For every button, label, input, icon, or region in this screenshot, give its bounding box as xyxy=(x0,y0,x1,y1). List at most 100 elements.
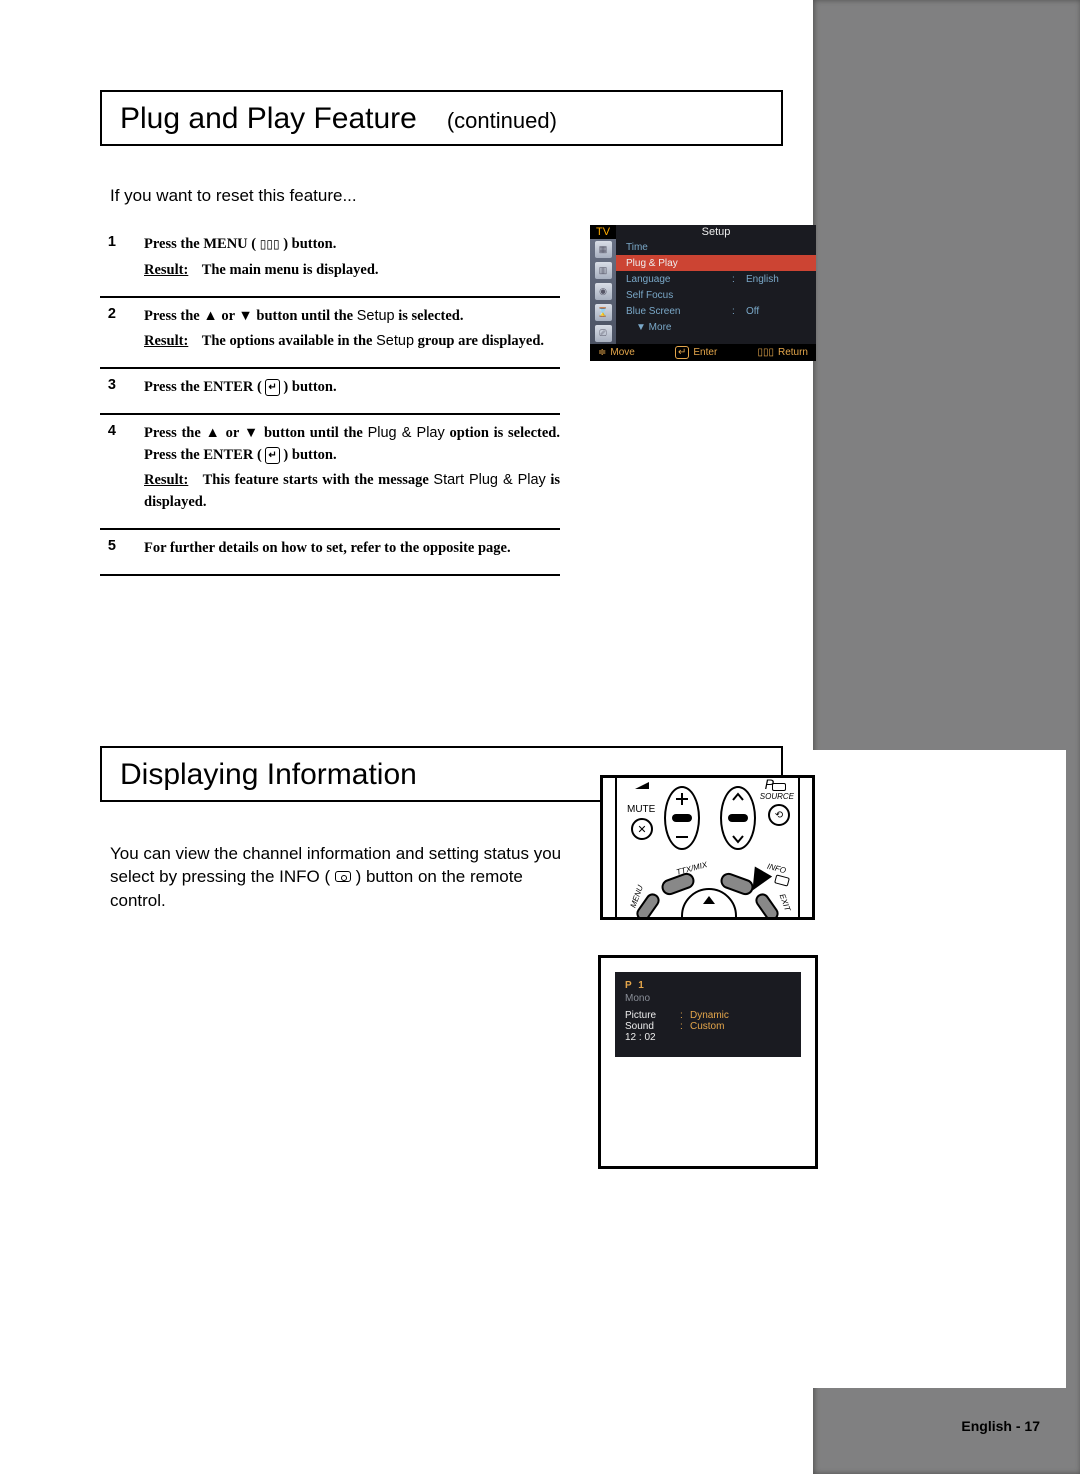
step-body: Press the ▲ or ▼ button until the Plug &… xyxy=(144,423,560,518)
c: : xyxy=(680,1021,690,1032)
osd-foot-return: ▯▯▯ Return xyxy=(757,346,808,359)
osd-c: : xyxy=(732,306,738,317)
k: Sound xyxy=(625,1021,680,1032)
t: button until the xyxy=(253,308,357,324)
result-label: Result: xyxy=(144,333,188,349)
t: ( xyxy=(320,867,335,886)
osd-foot-move: ≑ Move xyxy=(598,346,635,359)
info-osd-inner: P 1 Mono Picture : Dynamic Sound : Custo… xyxy=(615,972,801,1057)
step-body: For further details on how to set, refer… xyxy=(144,538,560,564)
osd-side-icons: ▦ ▥ ◉ ⌛ ⎚ xyxy=(590,239,616,344)
osd-k: Plug & Play xyxy=(626,258,806,269)
t: This feature starts with the message xyxy=(203,472,434,488)
t: Press the xyxy=(144,379,203,395)
osd-item: Language : English xyxy=(616,271,816,287)
osd-v: Off xyxy=(746,306,806,317)
setup-osd: TV Setup ▦ ▥ ◉ ⌛ ⎚ Time Plug & Play Lang… xyxy=(590,225,816,361)
volume-rocker xyxy=(664,786,700,850)
osd-v: English xyxy=(746,274,806,285)
step-body: Press the ▲ or ▼ button until the Setup … xyxy=(144,306,560,358)
osd-icon: ⌛ xyxy=(595,304,612,321)
result-label: Result: xyxy=(144,262,188,278)
info-icon xyxy=(335,871,351,882)
osd-k: Language xyxy=(626,274,724,285)
t: button until the xyxy=(259,425,367,441)
v: Custom xyxy=(690,1021,724,1032)
osd-item-more: ▼ More xyxy=(616,319,816,335)
section1-intro: If you want to reset this feature... xyxy=(110,186,783,206)
section1-header: Plug and Play Feature (continued) xyxy=(100,90,783,146)
down-icon: ▼ xyxy=(244,425,259,441)
osd-tv-label: TV xyxy=(590,225,616,239)
source-button: ⟲ xyxy=(768,804,790,826)
t: Setup xyxy=(376,333,414,349)
plus-icon xyxy=(675,792,689,806)
t: For further details on how to set, refer… xyxy=(144,538,560,560)
enter-icon: ↵ xyxy=(265,447,279,464)
t: Plug & Play xyxy=(368,425,445,441)
osd-foot-enter: ↵ Enter xyxy=(675,346,717,359)
info-osd-channel: P 1 xyxy=(625,980,791,991)
t: ) button. xyxy=(280,379,337,395)
osd-icon: ▥ xyxy=(595,262,612,279)
k: Picture xyxy=(625,1010,680,1021)
t: or xyxy=(221,425,244,441)
step-body: Press the ENTER ( ↵ ) button. xyxy=(144,377,560,403)
minus-icon xyxy=(675,830,689,844)
osd-icon: ▦ xyxy=(595,241,612,258)
dpad-up-icon xyxy=(703,896,715,904)
step-row: 5 For further details on how to set, ref… xyxy=(100,530,560,576)
t: Move xyxy=(610,347,634,358)
chevron-up-icon xyxy=(731,792,745,802)
info-osd-mono: Mono xyxy=(625,993,791,1004)
section2-intro: You can view the channel information and… xyxy=(110,842,580,913)
osd-title: Setup xyxy=(616,225,816,239)
info-osd-row: Picture : Dynamic xyxy=(625,1010,791,1021)
t: The options available in the xyxy=(202,333,376,349)
t: ) button. xyxy=(280,236,337,252)
osd-icon: ⎚ xyxy=(595,325,612,342)
t: Press the xyxy=(144,308,203,324)
c: : xyxy=(680,1010,690,1021)
osd-item: Self Focus xyxy=(616,287,816,303)
t: Press the xyxy=(144,236,203,252)
step-num: 4 xyxy=(100,423,116,518)
t: Setup xyxy=(357,308,395,324)
step-row: 2 Press the ▲ or ▼ button until the Setu… xyxy=(100,298,560,370)
step-row: 3 Press the ENTER ( ↵ ) button. xyxy=(100,369,560,415)
menu-icon: ▯▯▯ xyxy=(260,235,280,253)
t: ENTER xyxy=(203,379,253,395)
info-osd: P 1 Mono Picture : Dynamic Sound : Custo… xyxy=(598,955,818,1169)
t: ( xyxy=(253,447,265,463)
t: Start Plug & Play xyxy=(433,472,545,488)
osd-item: Time xyxy=(616,239,816,255)
t: Return xyxy=(778,347,808,358)
t: ) button. xyxy=(280,447,337,463)
info-osd-row: 12 : 02 xyxy=(625,1032,791,1043)
t: Enter xyxy=(693,347,717,358)
t: is selected. xyxy=(395,308,464,324)
t: INFO xyxy=(279,867,320,886)
k: 12 : 02 xyxy=(625,1032,680,1043)
osd-k: Time xyxy=(626,242,806,253)
mute-button: ✕ xyxy=(631,818,653,840)
osd-k: Self Focus xyxy=(626,290,806,301)
source-label: SOURCE xyxy=(760,792,794,801)
section1-subtitle: (continued) xyxy=(447,108,557,134)
step-num: 2 xyxy=(100,306,116,358)
step-num: 5 xyxy=(100,538,116,564)
page-number: English - 17 xyxy=(961,1418,1040,1434)
step-num: 1 xyxy=(100,234,116,286)
source-icon xyxy=(772,783,786,791)
step-row: 1 Press the MENU ( ▯▯▯ ) button. Result:… xyxy=(100,226,560,298)
result-label: Result: xyxy=(144,472,188,488)
channel-rocker xyxy=(720,786,756,850)
osd-item-selected: Plug & Play xyxy=(616,255,816,271)
mute-label: MUTE xyxy=(627,804,655,815)
v: Dynamic xyxy=(690,1010,729,1021)
info-osd-row: Sound : Custom xyxy=(625,1021,791,1032)
enter-icon: ↵ xyxy=(265,379,279,396)
section2-title: Displaying Information xyxy=(120,758,417,792)
section1-title: Plug and Play Feature xyxy=(120,102,417,136)
step-row: 4 Press the ▲ or ▼ button until the Plug… xyxy=(100,415,560,530)
